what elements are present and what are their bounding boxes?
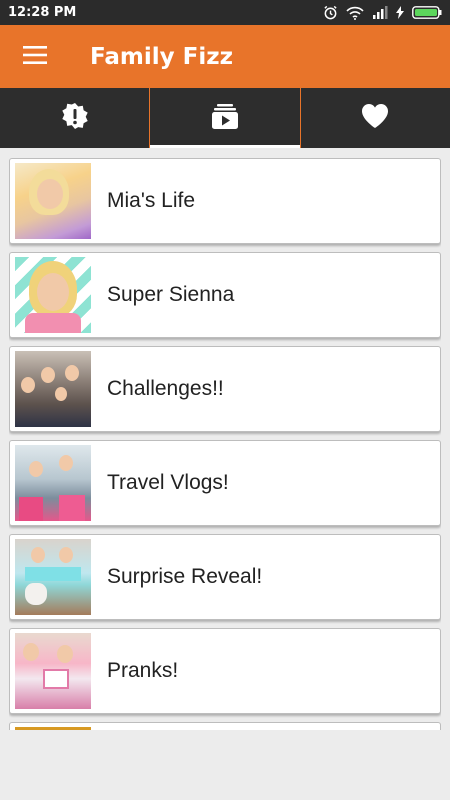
list-item[interactable]: Surprise Reveal!	[9, 534, 441, 620]
status-time: 12:28 PM	[8, 5, 77, 20]
tab-playlists[interactable]	[149, 88, 300, 148]
tab-bar	[0, 88, 450, 148]
heart-icon	[361, 103, 389, 133]
list-item[interactable]: Mia's Life	[9, 158, 441, 244]
playlist-thumbnail	[15, 727, 91, 730]
tab-alerts[interactable]	[0, 88, 149, 148]
app-bar: Family Fizz	[0, 25, 450, 88]
playlist-title: Pranks!	[107, 659, 179, 682]
wifi-icon	[346, 6, 364, 20]
list-item[interactable]	[9, 722, 441, 730]
playlist-thumbnail	[15, 351, 91, 427]
playlist-thumbnail	[15, 163, 91, 239]
playlist-thumbnail	[15, 539, 91, 615]
playlist-list[interactable]: Mia's Life Super Sienna Challenges!! Tra…	[9, 158, 441, 730]
status-bar: 12:28 PM	[0, 0, 450, 25]
list-item[interactable]: Super Sienna	[9, 252, 441, 338]
app-title: Family Fizz	[90, 43, 233, 70]
charging-icon	[396, 6, 404, 19]
signal-icon	[372, 6, 388, 19]
alarm-icon	[323, 5, 338, 20]
list-item[interactable]: Travel Vlogs!	[9, 440, 441, 526]
playlist-thumbnail	[15, 445, 91, 521]
playlist-title: Super Sienna	[107, 283, 235, 306]
status-icons	[323, 5, 442, 20]
battery-icon	[412, 6, 442, 19]
alert-badge-icon	[61, 102, 89, 134]
playlist-title: Challenges!!	[107, 377, 224, 400]
playlist-title: Travel Vlogs!	[107, 471, 229, 494]
hamburger-menu-icon	[23, 45, 47, 68]
playlist-thumbnail	[15, 633, 91, 709]
playlist-title: Mia's Life	[107, 189, 196, 212]
playlist-title: Surprise Reveal!	[107, 565, 263, 588]
video-playlist-icon	[211, 102, 239, 134]
list-item[interactable]: Pranks!	[9, 628, 441, 714]
hamburger-menu-button[interactable]	[0, 25, 70, 88]
playlist-thumbnail	[15, 257, 91, 333]
list-item[interactable]: Challenges!!	[9, 346, 441, 432]
tab-favorites[interactable]	[299, 88, 450, 148]
